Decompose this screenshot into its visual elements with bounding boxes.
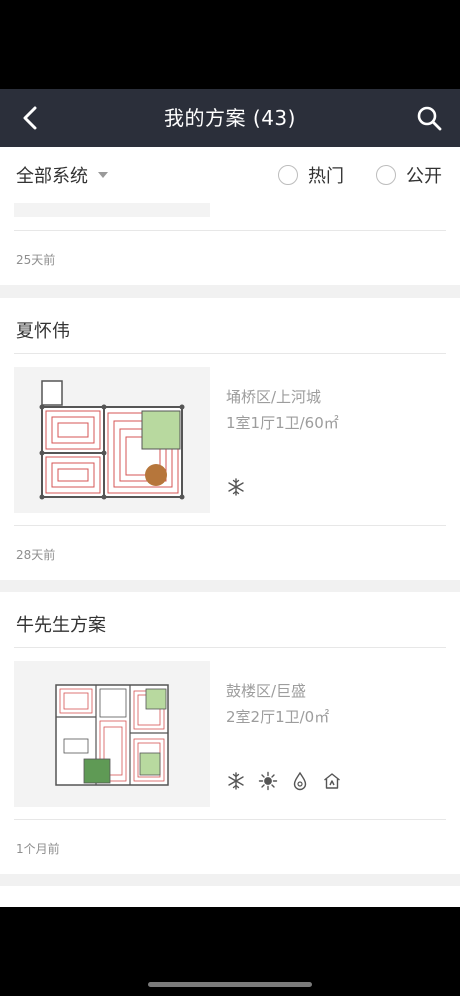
divider — [14, 353, 446, 354]
house-icon — [322, 771, 342, 791]
plan-list[interactable]: 25天前 夏怀伟 埇桥区/上河城 1室1厅1卫/60㎡ 28天前 牛先生方案 鼓… — [0, 203, 460, 907]
snowflake-icon — [226, 771, 246, 791]
plan-thumbnail — [14, 367, 210, 513]
floor-plan-image — [39, 380, 185, 500]
home-indicator[interactable] — [148, 982, 312, 987]
snowflake-icon — [226, 477, 246, 497]
plan-thumbnail — [14, 661, 210, 807]
plan-thumbnail — [14, 203, 210, 217]
plan-card[interactable]: 夏怀伟 埇桥区/上河城 1室1厅1卫/60㎡ 28天前 — [0, 298, 460, 580]
divider — [14, 647, 446, 648]
public-filter-label: 公开 — [406, 166, 442, 187]
search-button[interactable] — [412, 101, 446, 135]
plan-card[interactable]: 牛先生方案 鼓楼区/巨盛 2室2厅1卫/0㎡ 1个月前 — [0, 592, 460, 874]
hot-filter-radio[interactable]: 热门 — [278, 147, 344, 203]
radio-circle-icon — [278, 165, 298, 185]
divider — [14, 525, 446, 526]
divider — [14, 230, 446, 231]
plan-card[interactable] — [0, 886, 460, 907]
divider — [14, 819, 446, 820]
plan-layout: 2室2厅1卫/0㎡ — [226, 708, 330, 726]
plan-title: 牛先生方案 — [16, 615, 106, 636]
system-icons — [226, 477, 246, 497]
plan-location: 鼓楼区/巨盛 — [226, 682, 307, 700]
caret-down-icon — [98, 172, 108, 178]
plan-time: 1个月前 — [16, 842, 60, 856]
system-icons — [226, 771, 342, 791]
filter-bar: 全部系统 热门 公开 — [0, 147, 460, 203]
plan-time: 28天前 — [16, 548, 56, 562]
screen: 我的方案 (43) 全部系统 热门 公开 25天前 夏怀伟 埇桥区/上河城 1室… — [0, 0, 460, 996]
public-filter-radio[interactable]: 公开 — [376, 147, 442, 203]
plan-time: 25天前 — [16, 253, 56, 267]
plan-layout: 1室1厅1卫/60㎡ — [226, 414, 339, 432]
home-indicator-area — [0, 907, 460, 996]
system-filter-dropdown[interactable]: 全部系统 — [16, 147, 108, 203]
plan-card[interactable]: 25天前 — [0, 203, 460, 285]
hot-filter-label: 热门 — [308, 166, 344, 187]
system-filter-label: 全部系统 — [16, 166, 88, 187]
radio-circle-icon — [376, 165, 396, 185]
plan-location: 埇桥区/上河城 — [226, 388, 322, 406]
top-navbar: 我的方案 (43) — [0, 89, 460, 147]
sun-icon — [258, 771, 278, 791]
page-title: 我的方案 (43) — [164, 106, 296, 130]
search-icon — [417, 106, 442, 131]
water-drop-icon — [290, 771, 310, 791]
plan-title: 夏怀伟 — [16, 321, 70, 342]
floor-plan-image — [55, 684, 169, 786]
